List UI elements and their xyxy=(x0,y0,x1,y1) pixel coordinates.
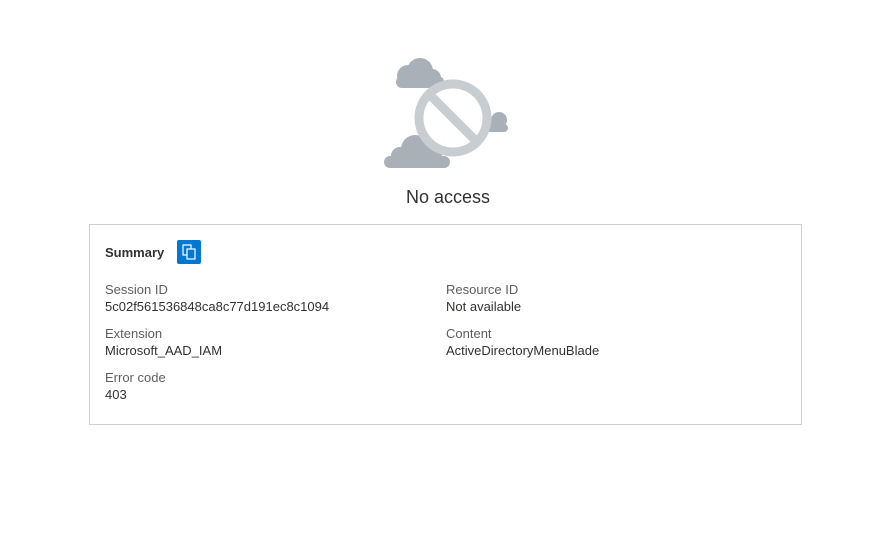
session-id-value: 5c02f561536848ca8c77d191ec8c1094 xyxy=(105,299,330,314)
content-value: ActiveDirectoryMenuBlade xyxy=(446,343,600,358)
summary-panel: Summary Session ID 5c02f561536848ca8c77d… xyxy=(89,224,802,425)
no-access-page: No access Summary Session ID 5c02f561536… xyxy=(0,0,896,536)
extension-value: Microsoft_AAD_IAM xyxy=(105,343,223,358)
field-label: Extension xyxy=(105,326,163,341)
content-field: Content ActiveDirectoryMenuBlade xyxy=(446,325,599,359)
field-label: Session ID xyxy=(105,282,168,297)
session-id-field: Session ID 5c02f561536848ca8c77d191ec8c1… xyxy=(105,281,329,315)
copy-button[interactable] xyxy=(177,240,202,264)
error-code-field: Error code 403 xyxy=(105,369,166,403)
summary-header: Summary xyxy=(105,240,202,264)
field-label: Resource ID xyxy=(446,282,519,297)
copy-icon xyxy=(182,244,196,260)
summary-title: Summary xyxy=(105,244,165,260)
blocked-cloud-icon xyxy=(380,56,516,174)
resource-id-value: Not available xyxy=(446,299,522,314)
resource-id-field: Resource ID Not available xyxy=(446,281,521,315)
error-code-value: 403 xyxy=(105,387,127,402)
page-title: No access xyxy=(405,187,491,207)
field-label: Error code xyxy=(105,370,166,385)
extension-field: Extension Microsoft_AAD_IAM xyxy=(105,325,222,359)
field-label: Content xyxy=(446,326,492,341)
